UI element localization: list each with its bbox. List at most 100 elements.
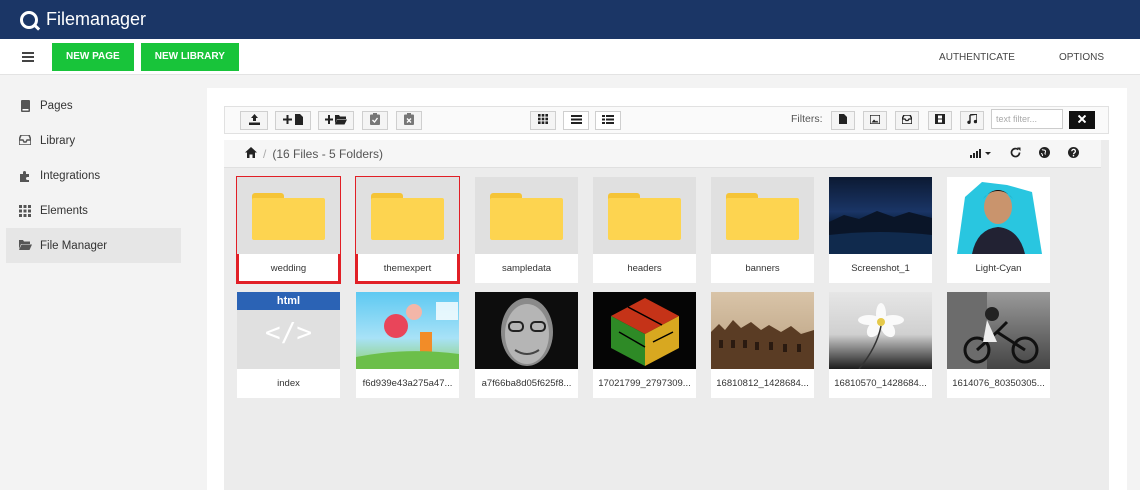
folder-thumbnail (711, 177, 814, 254)
grid-icon (19, 204, 31, 217)
grid-view-button[interactable] (530, 111, 556, 130)
folder-tile-themexpert[interactable]: themexpert (355, 176, 460, 284)
plus-file-icon (283, 113, 303, 128)
folder-tile-sampledata[interactable]: sampledata (475, 177, 578, 283)
folder-thumbnail (593, 177, 696, 254)
main-toolbar: NEW PAGE NEW LIBRARY AUTHENTICATE OPTION… (0, 39, 1140, 75)
options-link[interactable]: OPTIONS (1059, 52, 1104, 63)
image-thumbnail (475, 292, 578, 369)
sidebar: Pages Library Integrations Elements File… (6, 88, 181, 263)
tile-name: wedding (270, 263, 307, 274)
filter-audio-button[interactable] (960, 111, 984, 130)
tile-name: sampledata (501, 263, 552, 274)
file-manager-panel: Filters: / (16 Files - 5 Folders) (207, 88, 1127, 490)
breadcrumb-separator: / (263, 146, 267, 161)
music-icon (967, 113, 978, 127)
sidebar-item-pages[interactable]: Pages (6, 88, 181, 123)
image-thumbnail (829, 292, 932, 369)
list-view-button[interactable] (563, 111, 589, 130)
image-thumbnail (711, 292, 814, 369)
home-icon[interactable] (245, 146, 257, 161)
image-thumbnail (829, 177, 932, 254)
html-badge: html (237, 292, 340, 310)
close-icon (1077, 114, 1087, 126)
image-thumbnail (947, 177, 1050, 254)
refresh-icon[interactable] (1010, 147, 1021, 161)
top-right-menu: AUTHENTICATE OPTIONS (939, 39, 1104, 75)
sidebar-item-integrations[interactable]: Integrations (6, 158, 181, 193)
sort-icon[interactable] (970, 148, 992, 161)
tile-name: themexpert (383, 263, 432, 274)
image-tile-a7f66b[interactable]: a7f66ba8d05f625f8... (475, 292, 578, 398)
file-browser: / (16 Files - 5 Folders) wedding themexp… (224, 140, 1109, 490)
paste-button[interactable] (362, 111, 388, 130)
film-icon (935, 114, 945, 127)
folder-icon (252, 193, 325, 240)
tile-name: 16810570_1428684... (834, 378, 927, 389)
menu-icon[interactable] (22, 50, 34, 64)
breadcrumb: / (16 Files - 5 Folders) (224, 140, 1101, 168)
folder-thumbnail (475, 177, 578, 254)
sidebar-item-elements[interactable]: Elements (6, 193, 181, 228)
list-view-icon (570, 114, 582, 127)
image-tile-f6d939[interactable]: f6d939e43a275a47... (356, 292, 459, 398)
tile-name: headers (627, 263, 662, 274)
app-title: Filemanager (46, 9, 147, 29)
new-library-button[interactable]: NEW LIBRARY (140, 42, 239, 71)
sidebar-item-library[interactable]: Library (6, 123, 181, 158)
authenticate-link[interactable]: AUTHENTICATE (939, 52, 1015, 63)
folder-tile-banners[interactable]: banners (711, 177, 814, 283)
image-thumbnail (947, 292, 1050, 369)
image-tile-16810812[interactable]: 16810812_1428684... (711, 292, 814, 398)
top-bar: Filemanager (0, 0, 1140, 39)
new-file-button[interactable] (275, 111, 311, 130)
filter-files-button[interactable] (831, 111, 855, 130)
help-icon[interactable] (1068, 147, 1079, 161)
new-page-button[interactable]: NEW PAGE (52, 42, 134, 71)
tile-name: a7f66ba8d05f625f8... (481, 378, 572, 389)
folder-tile-headers[interactable]: headers (593, 177, 696, 283)
columns-view-button[interactable] (595, 111, 621, 130)
new-folder-button[interactable] (318, 111, 354, 130)
folder-tile-wedding[interactable]: wedding (236, 176, 341, 284)
browser-actions (970, 140, 1079, 168)
image-thumbnail (356, 292, 459, 369)
tile-name: f6d939e43a275a47... (362, 378, 453, 389)
image-tile-light-cyan[interactable]: Light-Cyan (947, 177, 1050, 283)
clipboard-x-icon (404, 113, 414, 128)
image-tile-1614076[interactable]: 1614076_80350305... (947, 292, 1050, 398)
filter-video-button[interactable] (928, 111, 952, 130)
image-tile-screenshot-1[interactable]: Screenshot_1 (829, 177, 932, 283)
upload-button[interactable] (240, 111, 268, 130)
logo-icon (20, 10, 38, 29)
image-tile-17021799[interactable]: 17021799_2797309... (593, 292, 696, 398)
tile-name: 16810812_1428684... (716, 378, 809, 389)
html-tile-index[interactable]: html </> index (237, 292, 340, 398)
folder-thumbnail (356, 177, 459, 254)
tile-name: index (277, 378, 300, 389)
sidebar-item-label: Library (40, 134, 76, 147)
file-icon (839, 114, 847, 127)
clear-clipboard-button[interactable] (396, 111, 422, 130)
filter-images-button[interactable] (863, 111, 887, 130)
clear-filter-button[interactable] (1069, 111, 1095, 129)
inbox-icon (18, 133, 32, 147)
sidebar-item-file-manager[interactable]: File Manager (6, 228, 181, 263)
archive-icon (901, 113, 913, 127)
folder-icon (371, 193, 444, 240)
html-thumbnail: html </> (237, 292, 340, 369)
filter-archives-button[interactable] (895, 111, 919, 130)
tile-name: 17021799_2797309... (598, 378, 691, 389)
code-icon: </> (265, 318, 312, 348)
sidebar-item-label: File Manager (40, 239, 108, 252)
image-tile-16810570[interactable]: 16810570_1428684... (829, 292, 932, 398)
tile-name: Screenshot_1 (851, 263, 910, 274)
sidebar-item-label: Integrations (40, 169, 101, 182)
columns-view-icon (602, 114, 614, 127)
tile-name: Light-Cyan (975, 263, 1022, 274)
book-icon (19, 99, 31, 112)
globe-icon[interactable] (1039, 147, 1050, 161)
text-filter-input[interactable] (991, 109, 1063, 129)
filters-label: Filters: (791, 113, 823, 125)
sidebar-item-label: Elements (40, 204, 88, 217)
